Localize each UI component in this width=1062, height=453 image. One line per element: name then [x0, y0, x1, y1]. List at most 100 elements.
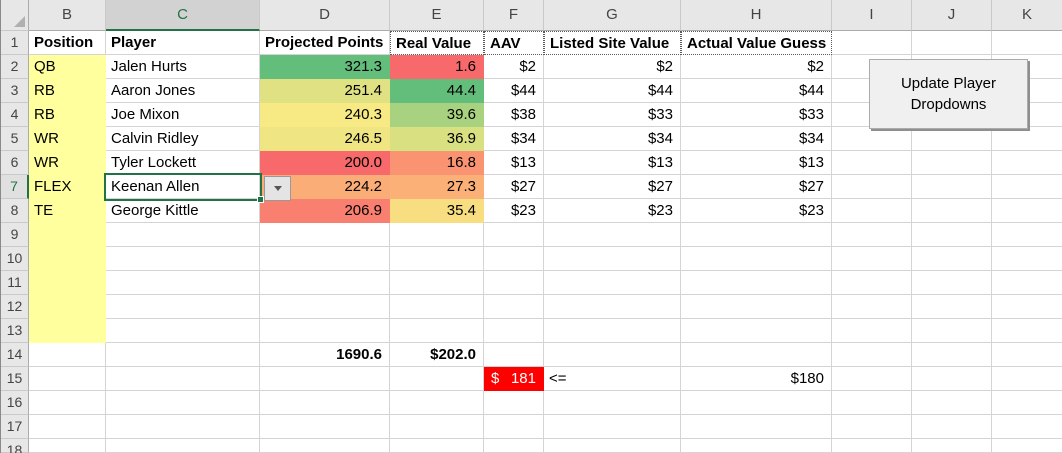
cell[interactable]: [29, 247, 106, 271]
header-real-value[interactable]: Real Value: [390, 31, 484, 55]
cell-projected-points[interactable]: 246.5: [260, 127, 390, 151]
cell[interactable]: [29, 271, 106, 295]
cell-operator[interactable]: <=: [544, 367, 681, 391]
cell[interactable]: [912, 175, 992, 199]
cell-projected-points[interactable]: 251.4: [260, 79, 390, 103]
cell-aav[interactable]: $13: [484, 151, 544, 175]
cell-real-value[interactable]: 16.8: [390, 151, 484, 175]
cell-listed-site-value[interactable]: $44: [544, 79, 681, 103]
column-header-g[interactable]: G: [544, 0, 681, 31]
cell[interactable]: [832, 391, 912, 415]
header-projected-points[interactable]: Projected Points: [260, 31, 390, 55]
row-header-3[interactable]: 3: [1, 79, 29, 103]
cell[interactable]: [260, 391, 390, 415]
cell[interactable]: [832, 31, 912, 55]
cell[interactable]: [832, 367, 912, 391]
cell-aav[interactable]: $34: [484, 127, 544, 151]
cell[interactable]: [260, 271, 390, 295]
cell-player[interactable]: Aaron Jones: [106, 79, 260, 103]
cell[interactable]: [390, 295, 484, 319]
row-header-8[interactable]: 8: [1, 199, 29, 223]
cell-aav[interactable]: $2: [484, 55, 544, 79]
cell-player[interactable]: Calvin Ridley: [106, 127, 260, 151]
cell[interactable]: [912, 199, 992, 223]
cell[interactable]: [544, 271, 681, 295]
cell-player[interactable]: Joe Mixon: [106, 103, 260, 127]
cell[interactable]: [992, 31, 1062, 55]
cell[interactable]: [912, 391, 992, 415]
cell[interactable]: [912, 151, 992, 175]
cell[interactable]: [544, 223, 681, 247]
cell[interactable]: [544, 247, 681, 271]
row-header-14[interactable]: 14: [1, 343, 29, 367]
cell-projected-points[interactable]: 321.3: [260, 55, 390, 79]
cell[interactable]: [832, 127, 912, 151]
cell-aav[interactable]: $44: [484, 79, 544, 103]
selected-cell-player[interactable]: Keenan Allen: [106, 175, 260, 199]
cell[interactable]: [390, 415, 484, 439]
cell-position[interactable]: QB: [29, 55, 106, 79]
cell-position[interactable]: WR: [29, 151, 106, 175]
cell[interactable]: [29, 391, 106, 415]
column-header-c-selected[interactable]: C: [106, 0, 260, 31]
cell[interactable]: [106, 439, 260, 453]
row-header-18[interactable]: 18: [1, 439, 29, 453]
cell[interactable]: [106, 295, 260, 319]
cell[interactable]: [106, 343, 260, 367]
cell[interactable]: [992, 367, 1062, 391]
cell[interactable]: [832, 295, 912, 319]
column-header-e[interactable]: E: [390, 0, 484, 31]
cell-actual-value-guess[interactable]: $34: [681, 127, 832, 151]
row-header-5[interactable]: 5: [1, 127, 29, 151]
cell-actual-value-guess[interactable]: $27: [681, 175, 832, 199]
cell[interactable]: [832, 343, 912, 367]
cell[interactable]: [260, 223, 390, 247]
cell[interactable]: [832, 415, 912, 439]
cell-real-value[interactable]: 35.4: [390, 199, 484, 223]
cell[interactable]: [681, 391, 832, 415]
cell[interactable]: [484, 319, 544, 343]
cell-projected-points[interactable]: 206.9: [260, 199, 390, 223]
cell-actual-value-guess[interactable]: $44: [681, 79, 832, 103]
cell[interactable]: [681, 271, 832, 295]
cell-position[interactable]: RB: [29, 103, 106, 127]
row-header-9[interactable]: 9: [1, 223, 29, 247]
cell[interactable]: [992, 391, 1062, 415]
cell[interactable]: [29, 367, 106, 391]
cell-projected-points[interactable]: 200.0: [260, 151, 390, 175]
row-header-4[interactable]: 4: [1, 103, 29, 127]
cell-actual-value-guess[interactable]: $33: [681, 103, 832, 127]
cell[interactable]: [992, 295, 1062, 319]
cell[interactable]: [912, 271, 992, 295]
cell[interactable]: [260, 367, 390, 391]
cell-actual-value-guess[interactable]: $23: [681, 199, 832, 223]
cell-aav[interactable]: $23: [484, 199, 544, 223]
cell[interactable]: [106, 247, 260, 271]
column-header-b[interactable]: B: [29, 0, 106, 31]
cell-position[interactable]: WR: [29, 127, 106, 151]
row-header-11[interactable]: 11: [1, 271, 29, 295]
header-player[interactable]: Player: [106, 31, 260, 55]
cell[interactable]: [544, 391, 681, 415]
cell[interactable]: [29, 439, 106, 453]
cell[interactable]: [681, 415, 832, 439]
cell[interactable]: [832, 223, 912, 247]
column-header-k[interactable]: K: [992, 0, 1062, 31]
cell-listed-site-value[interactable]: $33: [544, 103, 681, 127]
row-header-1[interactable]: 1: [1, 31, 29, 55]
cell[interactable]: [992, 415, 1062, 439]
select-all-button[interactable]: [1, 0, 29, 31]
cell[interactable]: [29, 415, 106, 439]
cell-actual-value-guess[interactable]: $13: [681, 151, 832, 175]
cell[interactable]: [484, 247, 544, 271]
cell[interactable]: [832, 439, 912, 453]
cell[interactable]: [912, 319, 992, 343]
cell[interactable]: [992, 247, 1062, 271]
cell[interactable]: [544, 295, 681, 319]
update-player-dropdowns-button[interactable]: Update Player Dropdowns: [869, 59, 1028, 129]
cell[interactable]: [832, 175, 912, 199]
column-header-i[interactable]: I: [832, 0, 912, 31]
cell-real-value[interactable]: 36.9: [390, 127, 484, 151]
cell-real-value[interactable]: 1.6: [390, 55, 484, 79]
cell[interactable]: [992, 343, 1062, 367]
